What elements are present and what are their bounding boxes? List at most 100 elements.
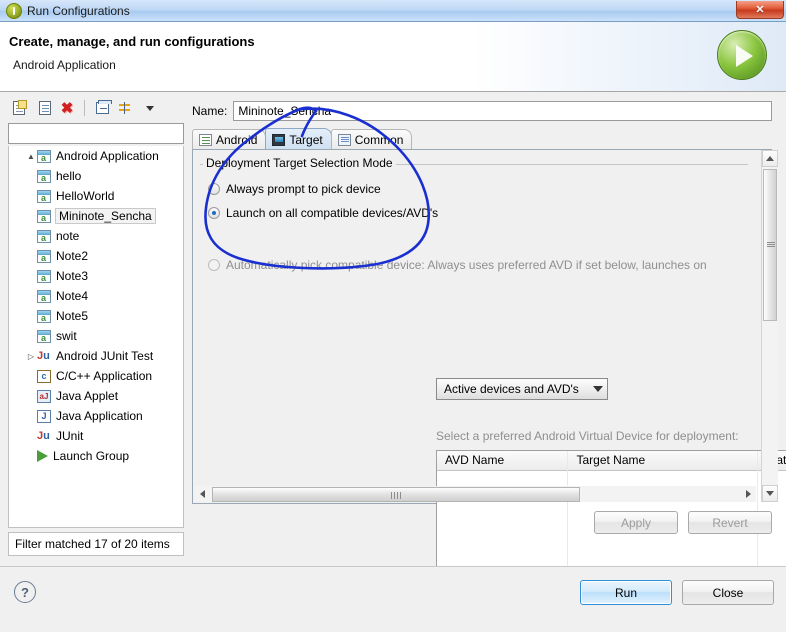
radio-button-icon[interactable]: [208, 183, 220, 195]
tree-item-cpp-application[interactable]: c C/C++ Application: [9, 366, 183, 386]
common-tab-icon: [337, 134, 351, 146]
tree-item-helloworld[interactable]: HelloWorld: [9, 186, 183, 206]
run-green-play-icon: [717, 30, 767, 80]
help-icon[interactable]: ?: [14, 581, 36, 603]
duplicate-launch-configuration-button[interactable]: [33, 98, 53, 118]
android-junit-icon: Ju: [37, 349, 50, 362]
triangle-left-icon: [199, 490, 205, 498]
tab-label: Common: [354, 133, 404, 147]
revert-button[interactable]: Revert: [688, 511, 772, 534]
close-window-button[interactable]: ✕: [736, 1, 784, 19]
device-scope-value: Active devices and AVD's: [444, 382, 579, 396]
new-document-icon: [13, 100, 27, 115]
scroll-up-button[interactable]: [762, 150, 778, 167]
radio-button-selected-icon[interactable]: [208, 207, 220, 219]
vertical-scrollbar[interactable]: [761, 150, 778, 502]
tree-item-label: note: [56, 229, 80, 243]
tree-item-note3[interactable]: Note3: [9, 266, 183, 286]
tab-android[interactable]: Android: [192, 129, 267, 150]
radio-launch-all-compatible[interactable]: Launch on all compatible devices/AVD's: [208, 206, 438, 220]
configurations-tree[interactable]: ▲ Android Application hello HelloWorld M…: [8, 146, 184, 528]
android-icon: [37, 309, 51, 323]
tree-item-note4[interactable]: Note4: [9, 286, 183, 306]
close-button[interactable]: Close: [682, 580, 774, 605]
filter-icon: [119, 101, 133, 115]
new-launch-configuration-button[interactable]: [9, 98, 29, 118]
window-title: Run Configurations: [27, 3, 130, 18]
horizontal-scroll-thumb[interactable]: [212, 486, 580, 502]
footer-buttons: Run Close: [580, 580, 774, 605]
filter-input[interactable]: [8, 123, 184, 144]
configuration-name-input[interactable]: [233, 101, 772, 121]
tree-item-label: Java Application: [56, 409, 143, 423]
tree-item-label: C/C++ Application: [56, 369, 153, 383]
target-tab-icon: [272, 133, 286, 146]
tree-item-label: Android JUnit Test: [56, 349, 154, 363]
collapse-all-button[interactable]: [92, 98, 112, 118]
scroll-left-button[interactable]: [194, 487, 210, 502]
deployment-mode-group-title: Deployment Target Selection Mode: [203, 156, 396, 170]
name-label: Name:: [192, 104, 228, 118]
tree-item-label: Launch Group: [53, 449, 130, 463]
filter-configurations-button[interactable]: [116, 98, 136, 118]
radio-label: Always prompt to pick device: [226, 182, 381, 196]
tab-common[interactable]: Common: [330, 129, 413, 150]
android-icon: [37, 329, 51, 343]
page-subtitle: Android Application: [13, 58, 116, 72]
tree-item-note[interactable]: note: [9, 226, 183, 246]
launch-group-icon: [37, 450, 48, 462]
scroll-down-button[interactable]: [762, 485, 778, 502]
expand-arrow-icon[interactable]: ▲: [25, 152, 37, 161]
apply-button[interactable]: Apply: [594, 511, 678, 534]
tree-item-java-application[interactable]: J Java Application: [9, 406, 183, 426]
run-configurations-dialog: Run Configurations ✕ Create, manage, and…: [0, 0, 786, 632]
copy-document-icon: [35, 99, 51, 115]
tree-item-android-junit-test[interactable]: ▷ Ju Android JUnit Test: [9, 346, 183, 366]
collapse-arrow-icon[interactable]: ▷: [25, 352, 37, 361]
configuration-tabs: Android Target Common: [192, 128, 772, 150]
android-icon: [37, 169, 51, 183]
android-icon: [37, 189, 51, 203]
run-button[interactable]: Run: [580, 580, 672, 605]
radio-button-icon[interactable]: [208, 259, 220, 271]
junit-icon: Ju: [37, 429, 50, 442]
tree-item-java-applet[interactable]: aJ Java Applet: [9, 386, 183, 406]
tree-item-mininote-sencha[interactable]: Mininote_Sencha: [9, 206, 183, 226]
collapse-all-icon: [95, 100, 112, 114]
tree-item-note5[interactable]: Note5: [9, 306, 183, 326]
android-tab-icon: [199, 134, 212, 146]
device-scope-dropdown[interactable]: Active devices and AVD's: [436, 378, 608, 400]
tree-item-junit[interactable]: Ju JUnit: [9, 426, 183, 446]
radio-label: Launch on all compatible devices/AVD's: [226, 206, 439, 220]
radio-always-prompt[interactable]: Always prompt to pick device: [208, 182, 381, 196]
tree-item-label: Android Application: [56, 149, 159, 163]
tree-item-swit[interactable]: swit: [9, 326, 183, 346]
scroll-right-button[interactable]: [740, 487, 756, 502]
tree-item-android-application[interactable]: ▲ Android Application: [9, 146, 183, 166]
apply-revert-row: Apply Revert: [594, 511, 772, 534]
cell-avd-name: --: [437, 451, 569, 573]
triangle-down-icon: [766, 491, 774, 496]
tree-item-hello[interactable]: hello: [9, 166, 183, 186]
java-applet-icon: aJ: [37, 389, 51, 403]
tree-item-label: hello: [56, 169, 82, 183]
delete-x-icon: ✖: [60, 99, 74, 117]
vertical-scroll-thumb[interactable]: [763, 169, 777, 321]
configurations-toolbar: ✖: [6, 96, 188, 120]
filter-status-text: Filter matched 17 of 20 items: [15, 537, 170, 551]
horizontal-scrollbar[interactable]: [194, 486, 756, 502]
tree-item-launch-group[interactable]: Launch Group: [9, 446, 183, 466]
tab-target[interactable]: Target: [265, 128, 332, 150]
dialog-header: Create, manage, and run configurations A…: [0, 22, 786, 92]
tree-item-note2[interactable]: Note2: [9, 246, 183, 266]
view-menu-button[interactable]: [140, 98, 160, 118]
window-titlebar: Run Configurations ✕: [0, 0, 786, 22]
delete-launch-configuration-button[interactable]: ✖: [57, 98, 77, 118]
horizontal-scroll-track[interactable]: [210, 486, 740, 502]
radio-automatically-pick[interactable]: Automatically pick compatible device: Al…: [208, 258, 707, 272]
tree-item-label: Note3: [56, 269, 89, 283]
chevron-down-icon[interactable]: [593, 386, 603, 392]
chevron-down-icon: [146, 105, 154, 111]
android-icon: [37, 269, 51, 283]
cpp-icon: c: [37, 369, 51, 383]
